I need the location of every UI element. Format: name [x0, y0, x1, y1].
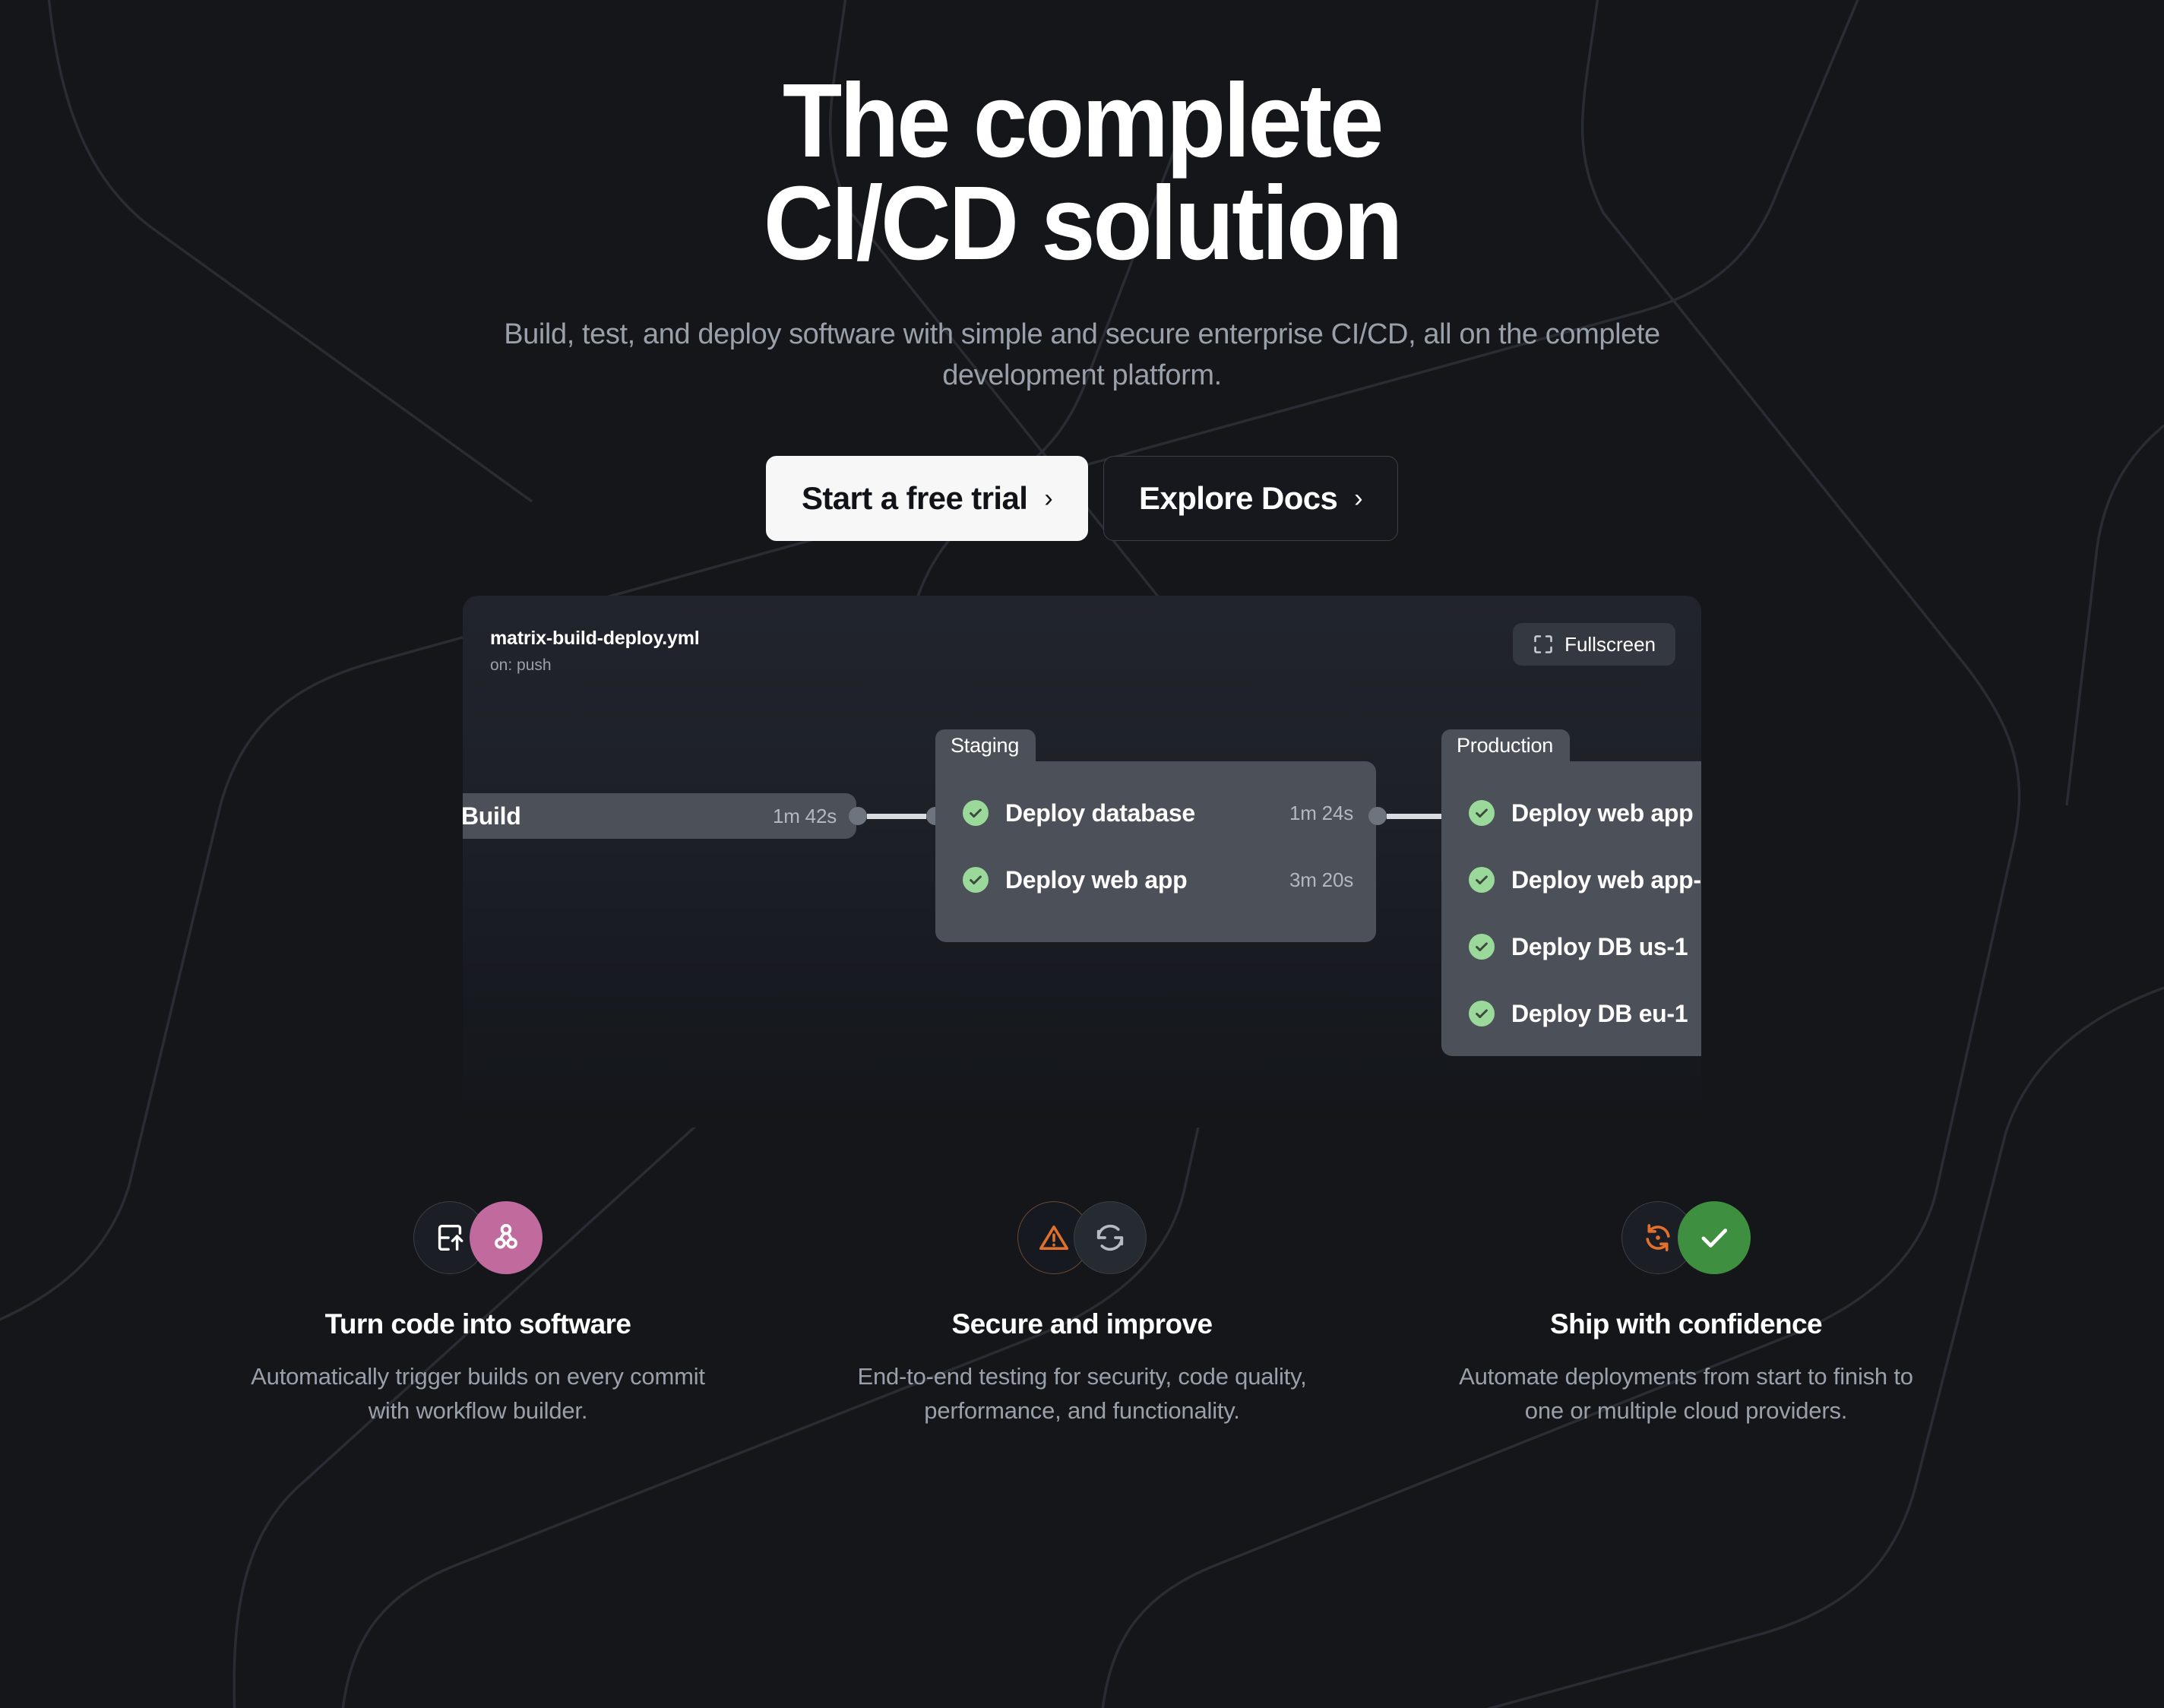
explore-docs-button[interactable]: Explore Docs › — [1103, 456, 1399, 542]
group-body: Deploy web app us-1 3m 04s Deploy web ap… — [1441, 761, 1701, 1057]
pipeline-node-build[interactable]: Build 1m 42s — [463, 793, 856, 840]
landing-page: The complete CI/CD solution Build, test,… — [0, 0, 2164, 1708]
group-label-staging: Staging — [935, 729, 1036, 762]
pipeline-file-name: matrix-build-deploy.yml — [490, 628, 700, 650]
status-success-icon — [1469, 934, 1495, 960]
pipeline-job-row[interactable]: Deploy database 1m 24s — [935, 780, 1376, 846]
group-name: Production — [1457, 733, 1554, 757]
feature-icon-pair — [1443, 1187, 1929, 1289]
job-name: Deploy web app — [1005, 865, 1188, 894]
job-duration: 1m 24s — [1289, 801, 1353, 824]
status-success-icon — [1469, 1001, 1495, 1027]
pipeline-job-row[interactable]: Deploy web app-eu-1 2m 36s — [1441, 846, 1701, 913]
feature-description: End-to-end testing for security, code qu… — [857, 1363, 1307, 1425]
feature-title: Ship with confidence — [1549, 1308, 1823, 1340]
cta-button-group: Start a free trial › Explore Docs › — [0, 456, 2164, 542]
feature-icon-pair — [235, 1187, 721, 1289]
job-name: Deploy web app us-1 — [1511, 799, 1701, 827]
pipeline-trigger: on: push — [490, 656, 552, 675]
group-label-production: Production — [1441, 729, 1571, 762]
hero-section: The complete CI/CD solution Build, test,… — [0, 0, 2164, 542]
hero-subtitle: Build, test, and deploy software with si… — [504, 318, 1660, 392]
pipeline-job-row[interactable]: Deploy DB eu-1 58s — [1441, 980, 1701, 1047]
pipeline-job-row[interactable]: Deploy DB us-1 1m 08s — [1441, 913, 1701, 980]
page-title: The complete CI/CD solution — [76, 68, 2089, 283]
check-icon — [1678, 1201, 1751, 1275]
feature-card-ship-with-confidence: Ship with confidence Automate deployment… — [1443, 1187, 1929, 1428]
fullscreen-label: Fullscreen — [1564, 632, 1656, 656]
pipeline-job-row[interactable]: Deploy web app 3m 20s — [935, 846, 1376, 913]
features-section: Turn code into software Automatically tr… — [235, 1187, 1929, 1428]
pipeline-job-row[interactable]: Deploy web app us-1 3m 04s — [1441, 780, 1701, 846]
feature-card-turn-code-into-software: Turn code into software Automatically tr… — [235, 1187, 721, 1428]
page-title-line-2: CI/CD solution — [763, 165, 1403, 283]
start-free-trial-button[interactable]: Start a free trial › — [765, 456, 1089, 542]
feature-title: Turn code into software — [324, 1308, 631, 1340]
feature-title: Secure and improve — [951, 1308, 1213, 1340]
status-success-icon — [963, 800, 989, 827]
job-duration: 3m 20s — [1289, 868, 1353, 891]
job-name: Deploy web app-eu-1 — [1511, 865, 1701, 894]
start-free-trial-label: Start a free trial — [801, 480, 1028, 517]
explore-docs-label: Explore Docs — [1139, 480, 1338, 517]
job-name: Deploy DB eu-1 — [1511, 999, 1688, 1027]
feature-icon-pair — [839, 1187, 1325, 1289]
connector-dot — [1368, 807, 1387, 826]
feature-card-secure-and-improve: Secure and improve End-to-end testing fo… — [839, 1187, 1325, 1428]
group-body: Deploy database 1m 24s Deploy web app 3m… — [935, 761, 1376, 943]
connector-build-to-staging — [849, 807, 944, 826]
chevron-right-icon: › — [1044, 484, 1053, 514]
job-name: Deploy DB us-1 — [1511, 932, 1688, 960]
pipeline-visualization: matrix-build-deploy.yml on: push Fullscr… — [463, 596, 1701, 1128]
page-title-line-1: The complete — [782, 62, 1384, 179]
pipeline-card: matrix-build-deploy.yml on: push Fullscr… — [463, 596, 1701, 1128]
sync-refresh-icon — [1074, 1201, 1147, 1275]
pipeline-group-production: Production Deploy web app us-1 3m 04s — [1441, 729, 1701, 1057]
webhook-icon — [470, 1201, 543, 1275]
feature-description: Automatically trigger builds on every co… — [251, 1363, 705, 1425]
pipeline-header: matrix-build-deploy.yml on: push — [490, 628, 700, 675]
status-success-icon — [1469, 867, 1495, 894]
connector-dot — [849, 807, 867, 826]
fullscreen-icon — [1534, 635, 1552, 654]
group-job-list: Deploy web app us-1 3m 04s Deploy web ap… — [1441, 761, 1701, 1047]
job-name: Deploy database — [1005, 799, 1195, 827]
job-duration: 1m 42s — [772, 804, 837, 827]
status-success-icon — [963, 867, 989, 894]
group-name: Staging — [951, 733, 1020, 757]
status-success-icon — [1469, 800, 1495, 827]
chevron-right-icon: › — [1354, 484, 1363, 514]
connector-line — [867, 813, 926, 819]
fullscreen-button[interactable]: Fullscreen — [1513, 623, 1675, 666]
job-name: Build — [463, 802, 521, 830]
connector-line — [1387, 813, 1449, 819]
group-job-list: Deploy database 1m 24s Deploy web app 3m… — [935, 761, 1376, 913]
pipeline-group-staging: Staging Deploy database 1m 24s Deploy we… — [935, 729, 1376, 943]
feature-description: Automate deployments from start to finis… — [1459, 1363, 1913, 1425]
pipeline-job-row[interactable]: Build 1m 42s — [463, 793, 856, 839]
